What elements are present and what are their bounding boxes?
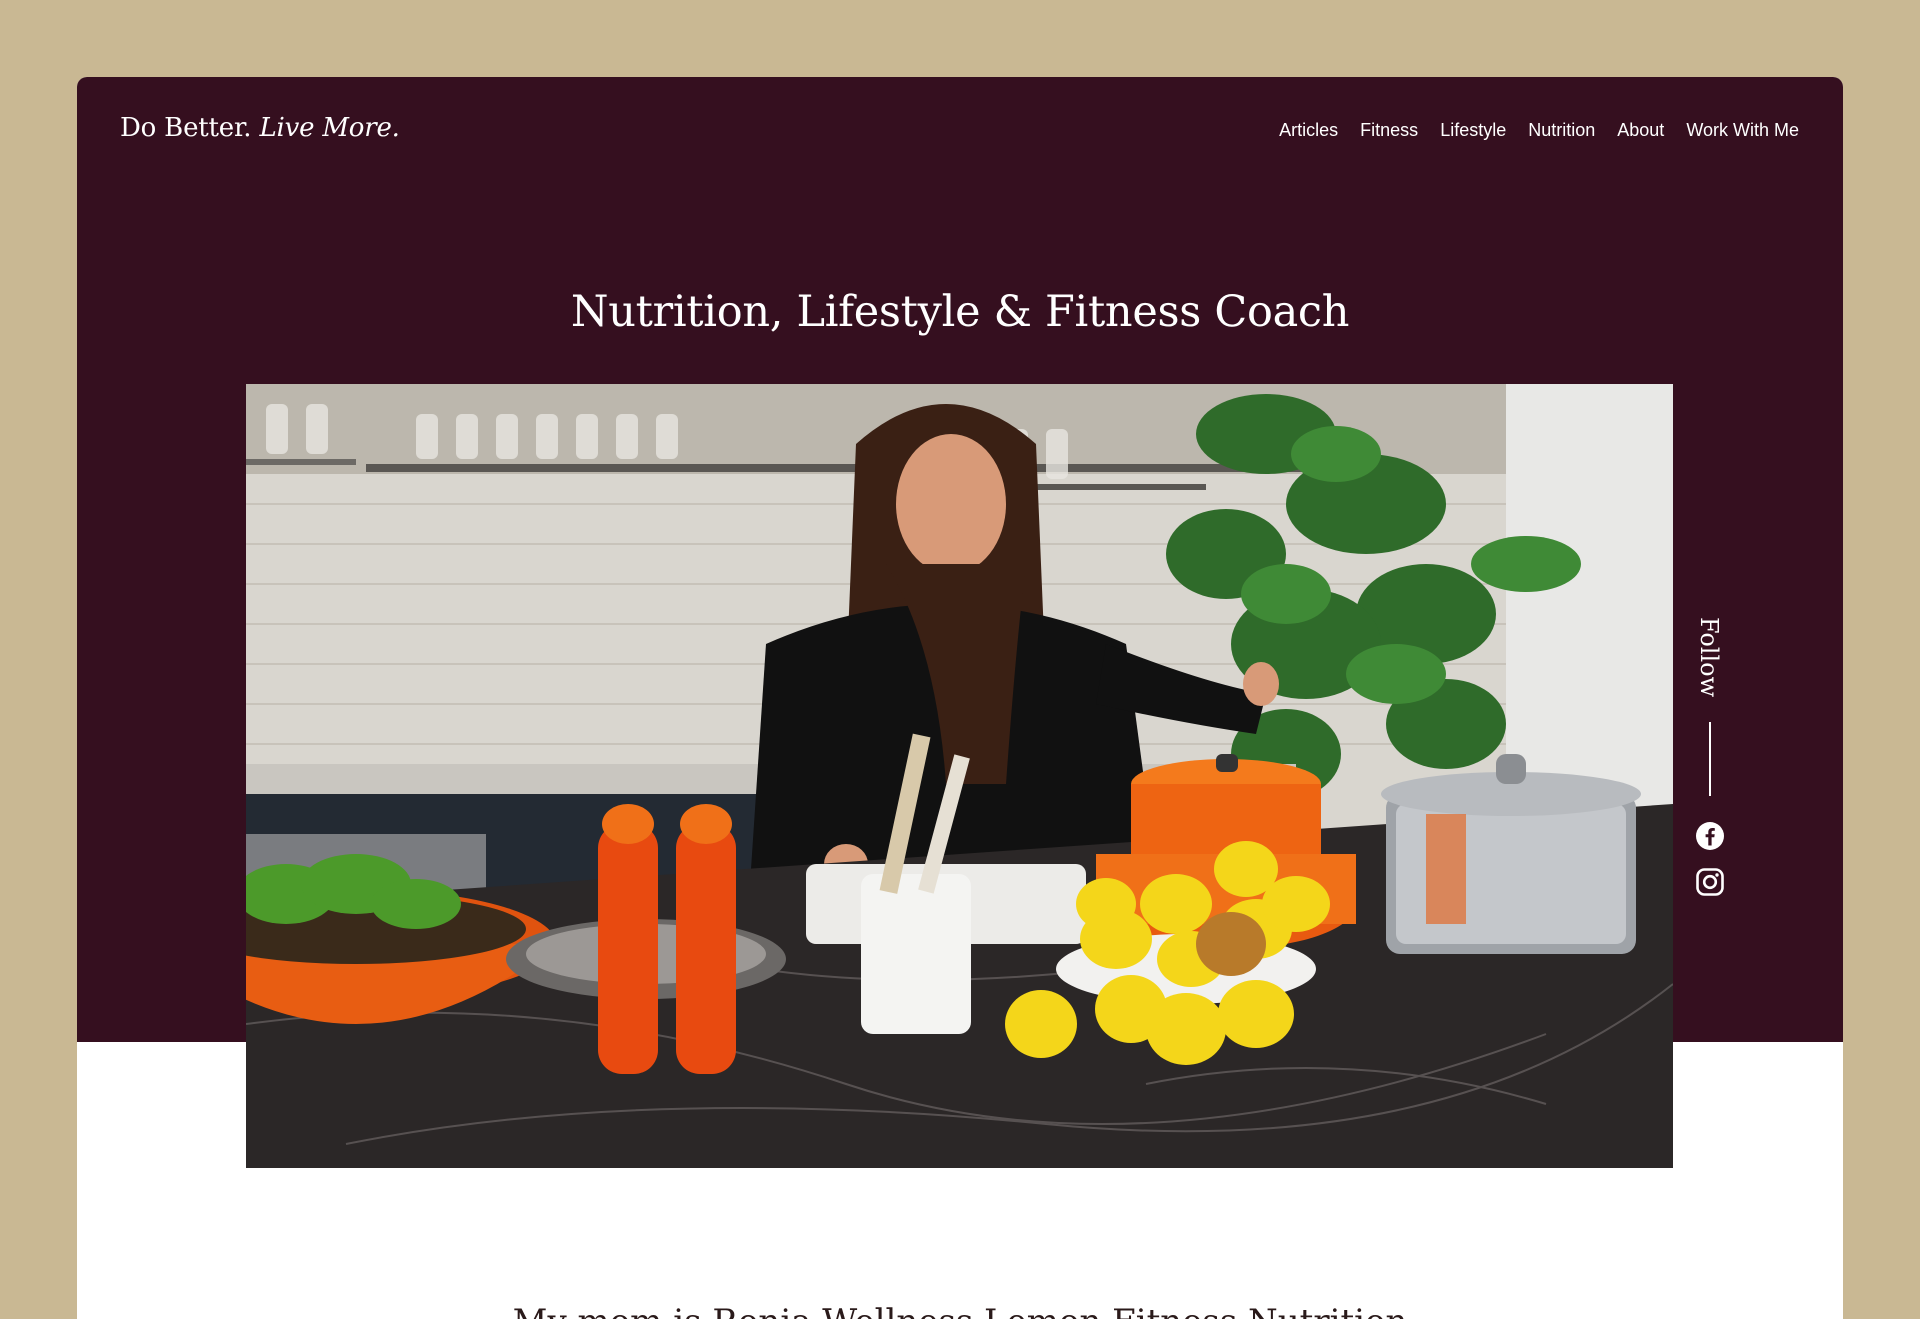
nav-item-lifestyle[interactable]: Lifestyle [1440, 120, 1506, 141]
instagram-icon[interactable] [1695, 867, 1725, 897]
facebook-icon[interactable] [1695, 821, 1725, 851]
nav-item-articles[interactable]: Articles [1279, 120, 1338, 141]
logo-regular-text: Do Better. [120, 113, 252, 143]
main-nav: Articles Fitness Lifestyle Nutrition Abo… [1279, 120, 1799, 141]
site-logo[interactable]: Do Better. Live More. [120, 113, 400, 143]
follow-divider [1709, 722, 1711, 796]
follow-label: Follow [1695, 617, 1723, 698]
nav-item-work-with-me[interactable]: Work With Me [1686, 120, 1799, 141]
page-frame: Do Better. Live More. Articles Fitness L… [77, 77, 1843, 1319]
logo-italic-text: Live More. [259, 113, 400, 143]
nav-item-nutrition[interactable]: Nutrition [1528, 120, 1595, 141]
nav-item-about[interactable]: About [1617, 120, 1664, 141]
hero-photo-illustration [246, 384, 1673, 1168]
hero-image [246, 384, 1673, 1168]
social-follow: Follow [1685, 617, 1735, 997]
hero-title: Nutrition, Lifestyle & Fitness Coach [570, 287, 1350, 337]
nav-item-fitness[interactable]: Fitness [1360, 120, 1418, 141]
intro-text: My mom is Ronia Wellness Lemon Fitness N… [77, 1302, 1843, 1319]
